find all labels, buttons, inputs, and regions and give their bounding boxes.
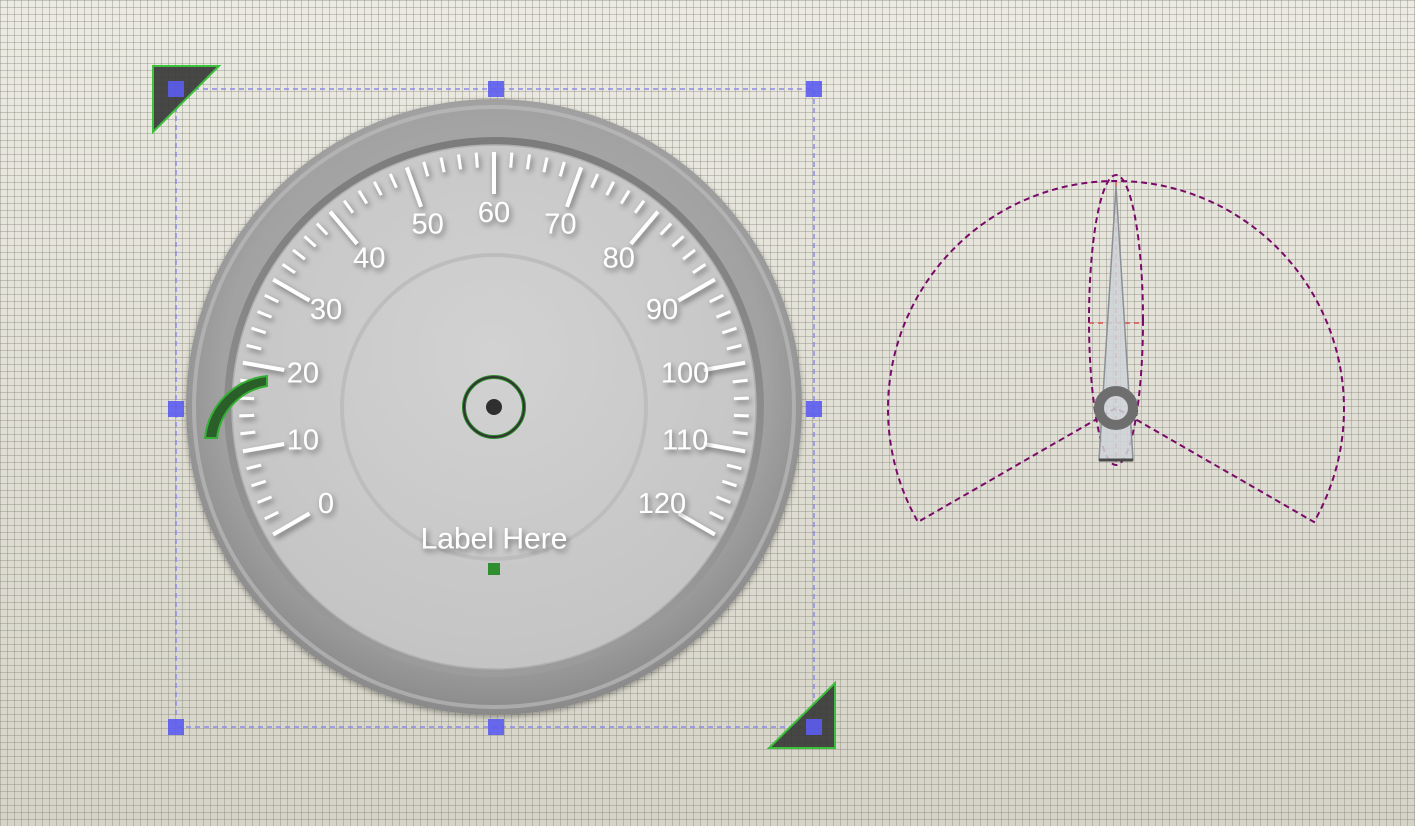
resize-handle-top-left[interactable] <box>168 81 184 97</box>
gauge-minor-tick <box>509 152 514 168</box>
gauge-tick-label: 110 <box>662 425 708 457</box>
resize-handle-bottom-right[interactable] <box>806 719 822 735</box>
gauge-minor-tick <box>239 413 255 418</box>
gauge-control[interactable]: 0 10 20 30 40 50 60 70 80 90 100 110 120 Label Here <box>186 99 802 715</box>
gauge-tick-label: 80 <box>603 242 635 274</box>
resize-handle-top-center[interactable] <box>488 81 504 97</box>
corner-resize-icon[interactable] <box>152 65 222 135</box>
resize-handle-bottom-left[interactable] <box>168 719 184 735</box>
gauge-minor-tick <box>240 430 256 436</box>
gauge-tick-label: 40 <box>353 242 385 274</box>
gauge-tick-label: 50 <box>411 209 443 241</box>
gauge-minor-tick <box>457 154 463 170</box>
gauge-minor-tick <box>732 430 748 436</box>
gauge-minor-tick <box>733 413 749 418</box>
designer-canvas: 0 10 20 30 40 50 60 70 80 90 100 110 120 Label Here <box>152 65 1345 749</box>
gauge-tick-label: 60 <box>478 197 510 229</box>
gauge-tick-label: 0 <box>318 488 334 520</box>
gauge-tick-label: 10 <box>287 425 319 457</box>
gauge-tick-label: 90 <box>646 294 678 326</box>
resize-handle-bottom-center[interactable] <box>488 719 504 735</box>
resize-handle-middle-right[interactable] <box>806 401 822 417</box>
gauge-tick-label: 100 <box>661 357 709 389</box>
corner-resize-icon[interactable] <box>766 680 836 749</box>
resize-handle-top-right[interactable] <box>806 81 822 97</box>
label-anchor-point[interactable] <box>488 563 500 575</box>
needle-preview[interactable] <box>887 174 1345 524</box>
gauge-minor-tick <box>525 154 531 170</box>
gauge-minor-tick <box>733 396 749 401</box>
gauge-tick-label: 120 <box>638 488 686 520</box>
gauge-tick-label: 30 <box>310 294 342 326</box>
gauge-minor-tick <box>239 396 255 401</box>
gauge-tick-label: 70 <box>544 209 576 241</box>
gauge-label: Label Here <box>421 523 568 556</box>
resize-handle-middle-left[interactable] <box>168 401 184 417</box>
gauge-minor-tick <box>474 152 479 168</box>
gauge-tick-label: 20 <box>287 357 319 389</box>
gauge-minor-tick <box>732 378 748 384</box>
